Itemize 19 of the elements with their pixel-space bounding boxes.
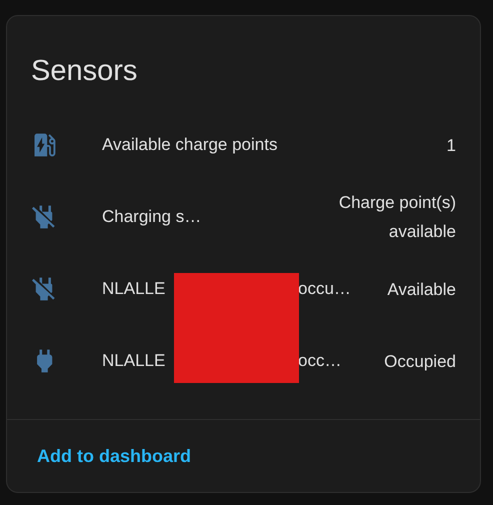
sensor-name: NLALLE: [102, 279, 166, 298]
plug-off-icon: [32, 277, 56, 301]
sensor-name: occu…: [298, 278, 351, 300]
sensor-value: Charge point(s) available: [338, 192, 456, 243]
plug-off-icon: [32, 205, 56, 229]
sensor-row[interactable]: Available charge points 1: [7, 109, 480, 181]
sensor-name: occ…: [298, 350, 342, 372]
sensor-name: Charging s…: [102, 206, 202, 228]
add-to-dashboard-link[interactable]: Add to dashboard: [37, 442, 191, 470]
sensor-value: Occupied: [384, 350, 456, 372]
sensor-row[interactable]: Charging s… Charge point(s) available: [7, 181, 480, 253]
sensor-name: NLALLE: [102, 351, 166, 370]
sensor-value: 1: [446, 134, 456, 156]
sensor-row[interactable]: NLALLE occ… Occupied: [7, 325, 480, 397]
sensor-value: Available: [387, 278, 456, 300]
ev-station-icon: [32, 133, 56, 157]
sensor-row[interactable]: NLALLE occu… Available: [7, 253, 480, 325]
sensor-name: Available charge points: [102, 134, 278, 156]
card-title: Sensors: [30, 54, 138, 89]
